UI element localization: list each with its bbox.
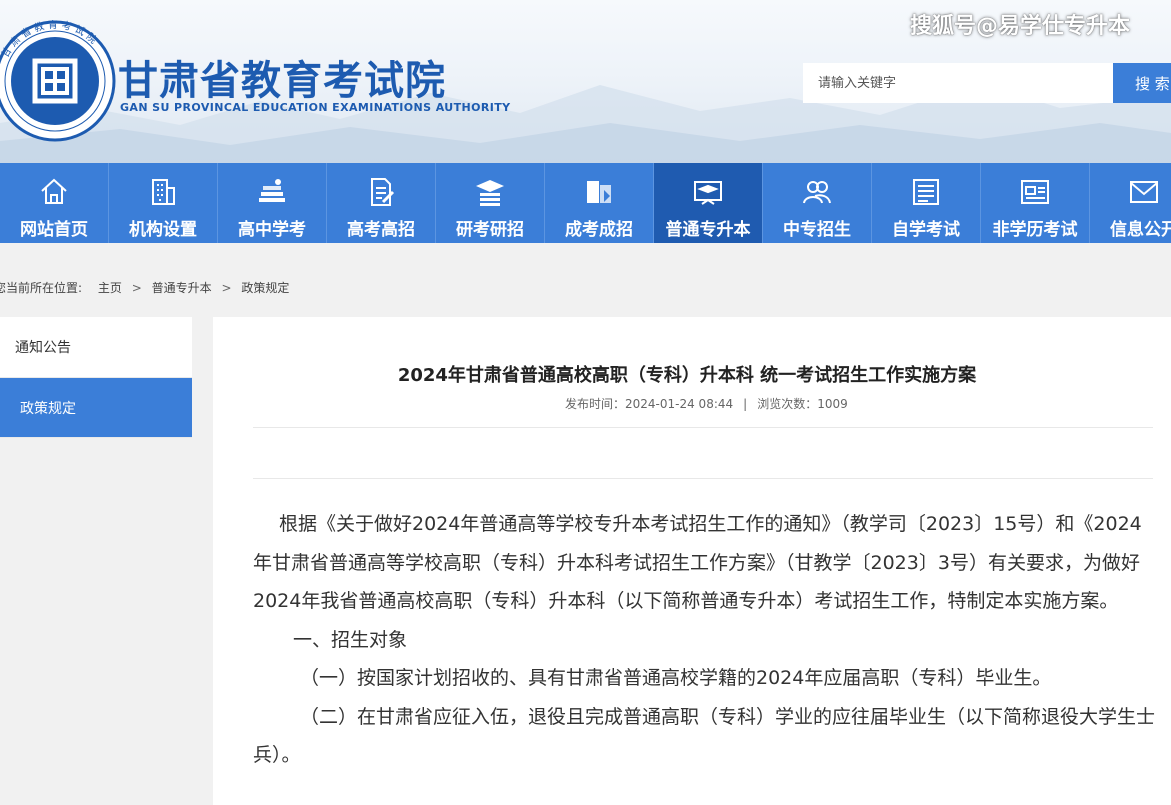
book-stack-icon [587, 181, 611, 203]
nav-item-gaokao[interactable]: 高考高招 [327, 163, 436, 243]
nav-item-high-school-exam[interactable]: 高中学考 [218, 163, 327, 243]
article-meta: 发布时间：2024-01-24 08:44 | 浏览次数：1009 [565, 395, 848, 412]
sidebar-item-notices[interactable]: 通知公告 [0, 317, 192, 378]
publish-time: 发布时间：2024-01-24 08:44 [565, 397, 734, 411]
sidebar-item-policies[interactable]: 政策规定 [0, 378, 192, 438]
watermark: 搜狐号@易学仕专升本 [910, 14, 1131, 39]
article-title: 2024年甘肃省普通高校高职（专科）升本科 统一考试招生工作实施方案 [397, 365, 977, 386]
nav-item-self-study-exam[interactable]: 自学考试 [872, 163, 981, 243]
view-count: 浏览次数：1009 [757, 397, 848, 411]
nav-item-upgrade-exam[interactable]: 普通专升本 [654, 163, 763, 243]
sidebar-item-label: 政策规定 [20, 400, 76, 417]
nav-label: 中专招生 [783, 220, 851, 240]
article-heading: 一、招生对象 [293, 628, 408, 651]
document-pen-icon [371, 178, 395, 206]
nav-item-secondary-enroll[interactable]: 中专招生 [763, 163, 872, 243]
nav-item-home[interactable]: 网站首页 [0, 163, 109, 243]
nav-label: 成考成招 [565, 220, 633, 240]
breadcrumb: 您当前所在位置: 主页 > 普通专升本 > 政策规定 [0, 279, 289, 296]
id-card-icon [1021, 180, 1049, 204]
nav-label: 研考研招 [456, 220, 524, 240]
building-icon [152, 179, 175, 205]
breadcrumb-link-home[interactable]: 主页 [98, 279, 122, 296]
nav-label: 自学考试 [892, 220, 960, 240]
nav-item-non-degree-exam[interactable]: 非学历考试 [981, 163, 1090, 243]
search-input[interactable] [803, 63, 1113, 103]
sidebar: 通知公告 政策规定 [0, 317, 192, 438]
home-icon [41, 178, 67, 204]
nav-item-graduate-exam[interactable]: 研考研招 [436, 163, 545, 243]
nav-label: 信息公开 [1110, 220, 1171, 240]
breadcrumb-prefix: 您当前所在位置: [0, 281, 83, 295]
nav-label: 机构设置 [129, 220, 197, 240]
nav-item-public-info[interactable]: 信息公开 [1090, 163, 1171, 243]
breadcrumb-separator: > [131, 281, 142, 295]
mail-icon [1130, 181, 1158, 203]
books-icon [259, 179, 285, 202]
article-paragraph: （二）在甘肃省应征入伍，退役且完成普通高职（专科）学业的应往届毕业生（以下简称退… [253, 705, 1156, 767]
users-icon [803, 181, 831, 204]
breadcrumb-separator: > [221, 281, 232, 295]
meta-separator: | [743, 397, 748, 411]
divider [253, 478, 1153, 479]
site-logo[interactable]: 甘 肃 省 教 育 考 试 院 [0, 18, 116, 142]
nav-item-adult-exam[interactable]: 成考成招 [545, 163, 654, 243]
nav-label: 非学历考试 [992, 220, 1078, 240]
divider [253, 427, 1153, 428]
nav-label: 高考高招 [347, 220, 415, 240]
article-panel: 2024年甘肃省普通高校高职（专科）升本科 统一考试招生工作实施方案 发布时间：… [213, 317, 1171, 805]
nav-label: 普通专升本 [665, 220, 751, 240]
article-body: 根据《关于做好2024年普通高等学校专升本考试招生工作的通知》（教学司〔2023… [253, 505, 1158, 775]
site-title: 甘肃省教育考试院 [118, 58, 446, 104]
list-window-icon [913, 179, 939, 205]
breadcrumb-current[interactable]: 政策规定 [241, 279, 289, 296]
article-paragraph: （一）按国家计划招收的、具有甘肃省普通高校学籍的2024年应届高职（专科）毕业生… [300, 667, 1052, 689]
breadcrumb-link-section[interactable]: 普通专升本 [152, 279, 212, 296]
site-header: 甘 肃 省 教 育 考 试 院 甘肃省教育考试院 GAN SU PROVINCA… [0, 0, 1171, 163]
nav-label: 高中学考 [238, 220, 306, 240]
graduation-cap-icon [476, 180, 504, 206]
main-nav: 网站首页 机构设置 高中学考 高考高招 研考研招 成考成招 普通专升本 中专招生… [0, 163, 1171, 243]
site-subtitle: GAN SU PROVINCAL EDUCATION EXAMINATIONS … [120, 101, 511, 114]
search-button[interactable]: 搜 索 [1113, 63, 1171, 103]
sidebar-item-label: 通知公告 [15, 340, 71, 356]
board-cap-icon [694, 181, 722, 205]
nav-item-organization[interactable]: 机构设置 [109, 163, 218, 243]
article-paragraph: 根据《关于做好2024年普通高等学校专升本考试招生工作的通知》（教学司〔2023… [253, 513, 1142, 612]
nav-label: 网站首页 [20, 220, 88, 240]
